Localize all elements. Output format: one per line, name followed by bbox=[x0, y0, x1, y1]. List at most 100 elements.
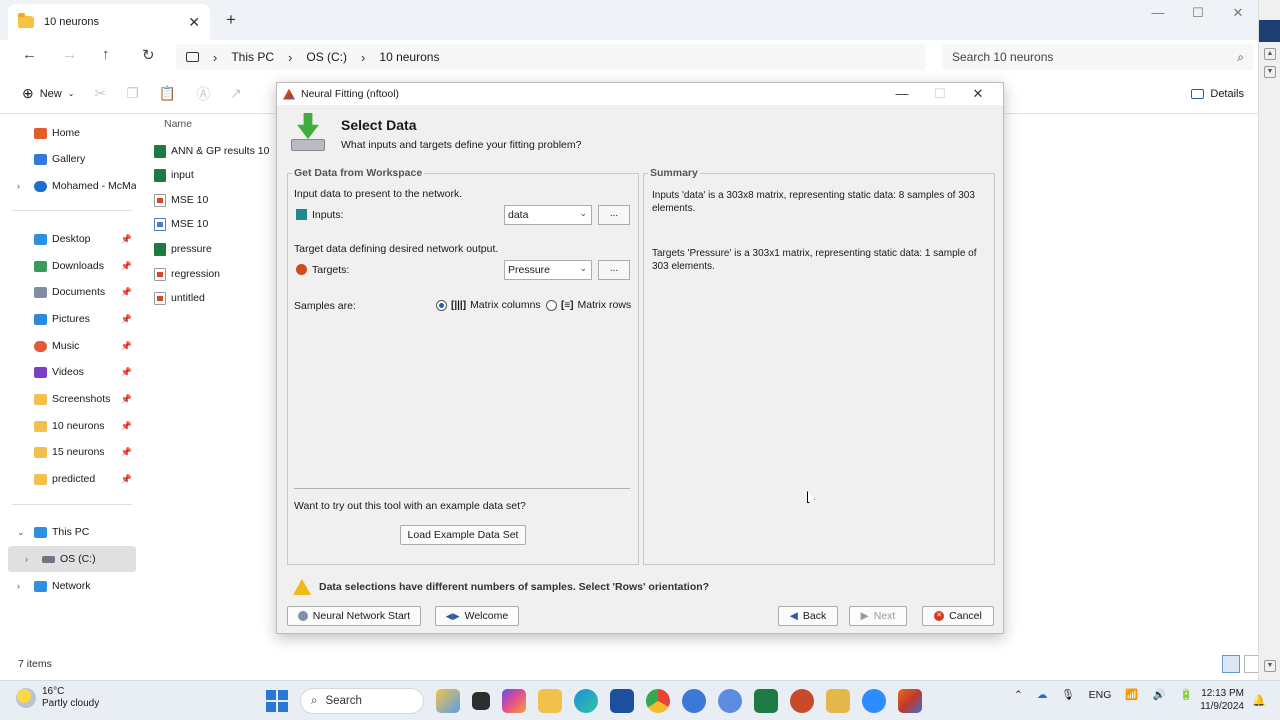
list-item[interactable]: MSE 10 bbox=[154, 213, 274, 235]
chevron-right-icon[interactable]: › bbox=[25, 554, 28, 564]
scroll-up-icon[interactable]: ▲ bbox=[1264, 48, 1276, 60]
chevron-right-icon[interactable]: › bbox=[17, 181, 20, 191]
targets-select[interactable]: Pressure ⌄ bbox=[504, 260, 592, 280]
rename-icon[interactable]: Ⓐ bbox=[196, 84, 210, 104]
list-item[interactable]: untitled bbox=[154, 287, 274, 309]
edge-browser-icon[interactable] bbox=[574, 689, 598, 713]
globe-icon[interactable] bbox=[682, 689, 706, 713]
gallery-icon bbox=[34, 153, 47, 165]
column-header-name[interactable]: Name bbox=[164, 118, 192, 130]
targets-browse-button[interactable]: ... bbox=[598, 260, 630, 280]
store-icon[interactable] bbox=[610, 689, 634, 713]
up-arrow-icon[interactable]: ↑ bbox=[102, 46, 110, 63]
matrix-columns-radio[interactable]: [|||] Matrix columns bbox=[436, 299, 541, 311]
details-button[interactable]: Details bbox=[1191, 88, 1244, 100]
load-example-button[interactable]: Load Example Data Set bbox=[400, 525, 526, 545]
neural-network-start-button[interactable]: Neural Network Start bbox=[287, 606, 421, 626]
breadcrumb-os-c[interactable]: OS (C:) bbox=[306, 50, 347, 64]
new-button[interactable]: ⊕ New ⌄ bbox=[22, 85, 74, 102]
back-arrow-icon[interactable]: ← bbox=[22, 46, 37, 63]
share-icon[interactable]: ↗ bbox=[230, 85, 242, 102]
widgets-icon[interactable] bbox=[436, 689, 460, 713]
welcome-button[interactable]: ◀▶ Welcome bbox=[435, 606, 519, 626]
close-dialog-button[interactable]: ✕ bbox=[959, 83, 997, 105]
inputs-select[interactable]: data ⌄ bbox=[504, 205, 592, 225]
windows-start-icon[interactable] bbox=[266, 690, 288, 712]
breadcrumb-this-pc[interactable]: This PC bbox=[231, 50, 274, 64]
sidebar-item-documents[interactable]: Documents 📌 bbox=[8, 279, 136, 305]
forward-arrow-icon[interactable]: → bbox=[62, 46, 77, 63]
refresh-icon[interactable]: ↻ bbox=[142, 46, 155, 64]
list-item[interactable]: ANN & GP results 10 bbox=[154, 140, 274, 162]
sidebar-item-15-neurons[interactable]: 15 neurons 📌 bbox=[8, 439, 136, 465]
onedrive-icon[interactable]: ☁ bbox=[1037, 689, 1048, 701]
python-icon[interactable] bbox=[826, 689, 850, 713]
minimize-button[interactable]: — bbox=[883, 83, 921, 105]
vpn-icon[interactable] bbox=[718, 689, 742, 713]
sidebar-item-network[interactable]: › Network bbox=[8, 573, 136, 599]
back-button[interactable]: ◀ Back bbox=[778, 606, 838, 626]
minimize-button[interactable]: — bbox=[1138, 0, 1178, 28]
breadcrumb[interactable]: › This PC › OS (C:) › 10 neurons bbox=[176, 44, 926, 70]
system-clock[interactable]: 12:13 PM 11/9/2024 bbox=[1196, 687, 1244, 713]
sidebar-item-onedrive[interactable]: › Mohamed - McMaster bbox=[8, 173, 136, 199]
wifi-icon[interactable]: 📶 bbox=[1125, 688, 1138, 701]
maximize-button[interactable]: ☐ bbox=[921, 83, 959, 105]
file-explorer-icon[interactable] bbox=[538, 689, 562, 713]
excel-icon[interactable] bbox=[754, 689, 778, 713]
close-window-button[interactable]: ✕ bbox=[1218, 0, 1258, 28]
chevron-right-icon[interactable]: › bbox=[17, 581, 20, 591]
matlab-icon[interactable] bbox=[898, 689, 922, 713]
matlab-file-icon bbox=[154, 291, 166, 305]
volume-icon[interactable]: 🔊 bbox=[1153, 688, 1166, 701]
list-item[interactable]: input bbox=[154, 164, 274, 186]
sidebar-item-videos[interactable]: Videos 📌 bbox=[8, 359, 136, 385]
tab-10-neurons[interactable]: 10 neurons ✕ bbox=[8, 4, 210, 40]
new-tab-button[interactable]: + bbox=[226, 10, 236, 30]
sidebar-item-desktop[interactable]: Desktop 📌 bbox=[8, 226, 136, 252]
search-input[interactable]: Search 10 neurons ⌕ bbox=[942, 44, 1254, 70]
copilot-icon[interactable] bbox=[502, 689, 526, 713]
cut-icon[interactable]: ✂ bbox=[94, 85, 106, 102]
close-tab-icon[interactable]: ✕ bbox=[188, 14, 200, 31]
sidebar-item-this-pc[interactable]: ⌄ This PC bbox=[8, 519, 136, 545]
cancel-button[interactable]: ✕ Cancel bbox=[922, 606, 994, 626]
battery-icon[interactable]: 🔋 bbox=[1180, 688, 1193, 701]
matrix-rows-radio[interactable]: [≡] Matrix rows bbox=[546, 299, 631, 311]
weather-widget[interactable]: 16°C Partly cloudy bbox=[16, 686, 99, 710]
maximize-button[interactable]: ☐ bbox=[1178, 0, 1218, 28]
breadcrumb-10-neurons[interactable]: 10 neurons bbox=[379, 50, 439, 64]
sidebar-item-predicted[interactable]: predicted 📌 bbox=[8, 466, 136, 492]
scroll-down-icon[interactable]: ▼ bbox=[1264, 660, 1276, 672]
chevron-down-icon: ⌄ bbox=[579, 263, 587, 273]
file-name: regression bbox=[171, 268, 221, 280]
notification-bell-icon[interactable]: 🔔 bbox=[1252, 694, 1266, 707]
list-item[interactable]: regression bbox=[154, 263, 274, 285]
chrome-icon[interactable] bbox=[646, 689, 670, 713]
list-item[interactable]: MSE 10 bbox=[154, 189, 274, 211]
taskbar-search[interactable]: ⌕ Search bbox=[300, 688, 424, 714]
copy-icon[interactable]: ❐ bbox=[126, 85, 139, 102]
sidebar-item-pictures[interactable]: Pictures 📌 bbox=[8, 306, 136, 332]
chevron-up-icon[interactable]: ⌃ bbox=[1014, 689, 1023, 701]
next-button[interactable]: ▶ Next bbox=[849, 606, 907, 626]
sidebar-item-10-neurons[interactable]: 10 neurons 📌 bbox=[8, 413, 136, 439]
inputs-browse-button[interactable]: ... bbox=[598, 205, 630, 225]
microphone-icon[interactable]: 🎙 bbox=[1061, 688, 1074, 701]
task-view-icon[interactable] bbox=[472, 692, 490, 710]
paste-icon[interactable]: 📋 bbox=[159, 85, 176, 102]
sidebar-item-screenshots[interactable]: Screenshots 📌 bbox=[8, 386, 136, 412]
sidebar-item-gallery[interactable]: Gallery bbox=[8, 146, 136, 172]
chevron-down-icon[interactable]: ⌄ bbox=[17, 527, 25, 538]
details-view-button[interactable] bbox=[1222, 655, 1240, 673]
sidebar-item-home[interactable]: Home bbox=[8, 120, 136, 146]
scroll-down-icon[interactable]: ▼ bbox=[1264, 66, 1276, 78]
sidebar-item-music[interactable]: Music 📌 bbox=[8, 333, 136, 359]
language-indicator[interactable]: ENG bbox=[1089, 689, 1112, 701]
powerpoint-icon[interactable] bbox=[790, 689, 814, 713]
sidebar-item-os-c[interactable]: › OS (C:) bbox=[8, 546, 136, 572]
zoom-icon[interactable] bbox=[862, 689, 886, 713]
list-item[interactable]: pressure bbox=[154, 238, 274, 260]
sidebar-divider bbox=[12, 504, 132, 505]
sidebar-item-downloads[interactable]: Downloads 📌 bbox=[8, 253, 136, 279]
